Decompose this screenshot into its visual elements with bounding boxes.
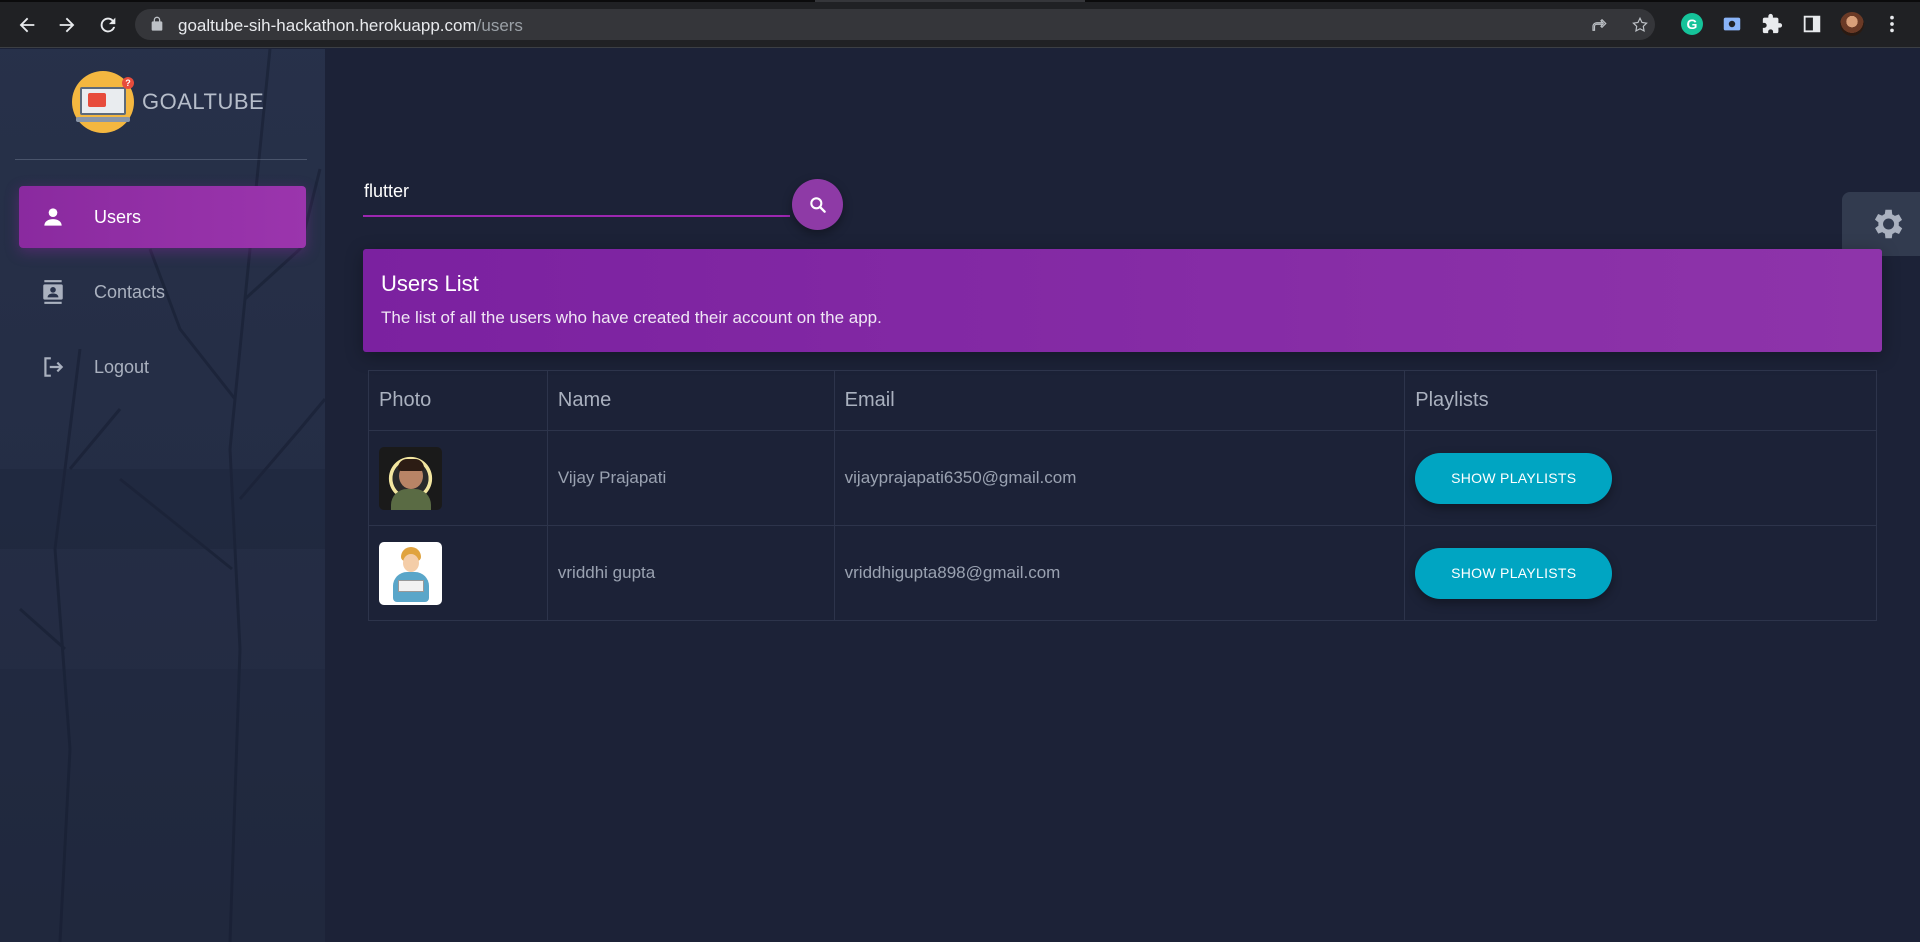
sidebar-item-users[interactable]: Users [19, 186, 306, 248]
email-cell: vriddhigupta898@gmail.com [833, 525, 1406, 621]
extensions-icon[interactable] [1760, 12, 1784, 36]
column-header-playlists: Playlists [1404, 370, 1877, 431]
browser-toolbar: goaltube-sih-hackathon.herokuapp.com/use… [0, 0, 1920, 48]
playlists-cell: SHOW PLAYLISTS [1404, 525, 1877, 621]
brand-name: GOALTUBE [142, 89, 265, 114]
email-cell: vijayprajapati6350@gmail.com [833, 430, 1406, 526]
share-icon[interactable] [1590, 16, 1608, 34]
side-panel-icon[interactable] [1800, 12, 1824, 36]
search-button[interactable] [792, 179, 843, 230]
logout-icon [40, 354, 66, 380]
goaltube-logo: ? [72, 71, 134, 133]
grammarly-icon[interactable]: G [1680, 12, 1704, 36]
tab-strip-edge [0, 0, 1920, 2]
card-title: Users List [381, 271, 479, 296]
settings-toggle[interactable] [1842, 192, 1920, 256]
show-playlists-button[interactable]: SHOW PLAYLISTS [1415, 547, 1613, 599]
card-subtitle: The list of all the users who have creat… [381, 308, 882, 327]
sidebar-item-logout[interactable]: Logout [19, 336, 306, 398]
column-header-photo: Photo [368, 370, 548, 431]
table-row: Vijay Prajapati vijayprajapati6350@gmail… [368, 430, 1877, 526]
show-playlists-button[interactable]: SHOW PLAYLISTS [1415, 452, 1613, 504]
sidebar-item-label: Users [94, 206, 142, 227]
table-header-row: Photo Name Email Playlists [368, 370, 1877, 431]
avatar [379, 541, 442, 605]
playlists-cell: SHOW PLAYLISTS [1404, 430, 1877, 526]
name-cell: Vijay Prajapati [546, 430, 835, 526]
lock-icon[interactable] [149, 16, 165, 32]
gear-icon [1874, 209, 1903, 239]
url-host: goaltube-sih-hackathon.herokuapp.com [178, 16, 477, 35]
person-icon [40, 204, 66, 230]
brand[interactable]: ? GOALTUBE [72, 71, 264, 133]
sidebar: ? GOALTUBE Users Contacts Logout [0, 49, 325, 942]
column-header-name: Name [546, 370, 835, 431]
photo-cell [368, 525, 548, 621]
profile-avatar[interactable] [1840, 12, 1864, 36]
table-row: vriddhi gupta vriddhigupta898@gmail.com … [368, 525, 1877, 621]
screencast-icon[interactable] [1720, 12, 1744, 36]
sidebar-divider [15, 159, 307, 160]
sidebar-item-contacts[interactable]: Contacts [19, 261, 306, 323]
search-icon [809, 196, 826, 213]
main-content: Users List The list of all the users who… [325, 49, 1920, 942]
grammarly-letter: G [1681, 13, 1703, 35]
url-text: goaltube-sih-hackathon.herokuapp.com/use… [178, 16, 523, 36]
menu-icon[interactable] [1880, 12, 1904, 36]
contacts-icon [40, 279, 66, 305]
back-icon[interactable] [12, 10, 42, 40]
forward-icon[interactable] [52, 10, 82, 40]
sidebar-item-label: Contacts [94, 281, 166, 302]
users-list-header: Users List The list of all the users who… [363, 249, 1882, 352]
avatar [379, 446, 442, 510]
sidebar-item-label: Logout [94, 356, 150, 377]
url-path: /users [476, 16, 523, 35]
star-icon[interactable] [1631, 16, 1649, 34]
search-field [363, 174, 793, 217]
column-header-email: Email [833, 370, 1406, 431]
address-bar[interactable]: goaltube-sih-hackathon.herokuapp.com/use… [135, 9, 1655, 40]
sidebar-background-image [0, 49, 325, 942]
reload-icon[interactable] [93, 10, 123, 40]
name-cell: vriddhi gupta [546, 525, 835, 621]
search-input[interactable] [363, 174, 790, 217]
users-table: Photo Name Email Playlists Vijay Prajapa… [368, 370, 1877, 621]
photo-cell [368, 430, 548, 526]
